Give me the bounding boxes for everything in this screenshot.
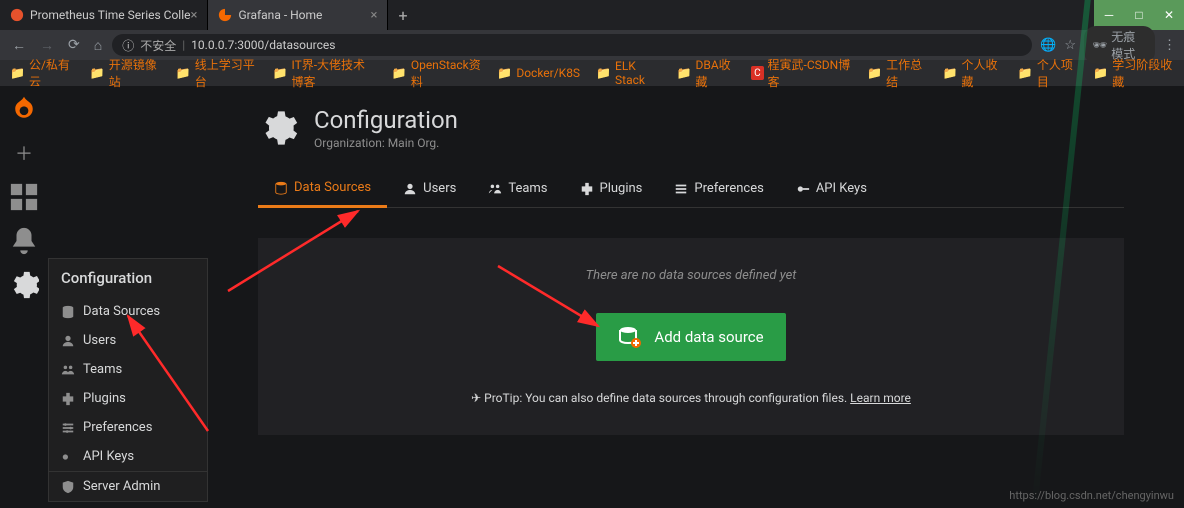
- prometheus-icon: [10, 8, 24, 22]
- bookmarks-bar: 📁公/私有云 📁开源镜像站 📁线上学习平台 📁IT界-大佬技术博客 📁OpenS…: [0, 60, 1184, 86]
- database-plus-icon: [618, 325, 642, 349]
- bookmark-item[interactable]: 📁IT界-大佬技术博客: [273, 56, 376, 90]
- browser-tab-grafana[interactable]: Grafana - Home ×: [208, 0, 388, 30]
- tab-plugins[interactable]: Plugins: [564, 170, 659, 207]
- data-sources-panel: There are no data sources defined yet Ad…: [258, 238, 1124, 435]
- home-button[interactable]: ⌂: [90, 37, 106, 54]
- annotation-arrow: [118, 311, 218, 441]
- folder-icon: 📁: [1018, 66, 1033, 80]
- new-tab-button[interactable]: +: [388, 6, 417, 25]
- reload-button[interactable]: ⟳: [64, 37, 84, 53]
- url-text: 10.0.0.7:3000/datasources: [191, 38, 335, 52]
- rocket-icon: ✈: [471, 391, 481, 405]
- bookmark-item[interactable]: 📁DBA收藏: [677, 56, 736, 90]
- folder-icon: 📁: [176, 66, 191, 80]
- back-button[interactable]: ←: [8, 37, 30, 54]
- page-subtitle: Organization: Main Org.: [314, 136, 458, 150]
- bookmark-item[interactable]: 📁学习阶段收藏: [1093, 56, 1174, 90]
- tab-title: Grafana - Home: [238, 8, 322, 22]
- insecure-label: 不安全: [140, 37, 176, 54]
- nav-create[interactable]: ＋: [9, 138, 39, 168]
- bookmark-item[interactable]: 📁个人项目: [1018, 56, 1077, 90]
- folder-icon: 📁: [10, 66, 25, 80]
- grafana-logo[interactable]: [9, 94, 39, 124]
- tab-users[interactable]: Users: [387, 170, 472, 207]
- bookmark-item[interactable]: 📁线上学习平台: [176, 56, 257, 90]
- translate-icon[interactable]: 🌐: [1040, 38, 1056, 53]
- bookmark-item[interactable]: 📁ELK Stack: [596, 59, 660, 87]
- tab-preferences[interactable]: Preferences: [658, 170, 779, 207]
- browser-tab-prometheus[interactable]: Prometheus Time Series Colle ×: [0, 0, 208, 30]
- bookmark-item[interactable]: 📁Docker/K8S: [497, 66, 580, 80]
- tab-close-icon[interactable]: ×: [191, 8, 198, 23]
- tab-title: Prometheus Time Series Colle: [30, 8, 191, 22]
- protip-text: ✈ ProTip: You can also define data sourc…: [288, 391, 1094, 405]
- grafana-icon: [218, 8, 232, 22]
- folder-icon: 📁: [392, 66, 407, 80]
- nav-alerting[interactable]: [9, 226, 39, 256]
- page-content: Configuration Organization: Main Org. Da…: [48, 86, 1184, 508]
- tab-data-sources[interactable]: Data Sources: [258, 170, 387, 208]
- page-title: Configuration: [314, 106, 458, 134]
- config-tabs: Data Sources Users Teams Plugins Prefere…: [258, 170, 1124, 208]
- bookmark-star-icon[interactable]: ☆: [1064, 38, 1076, 53]
- add-data-source-button[interactable]: Add data source: [596, 313, 785, 361]
- info-icon: ⓘ: [122, 37, 134, 54]
- bookmark-item[interactable]: 📁工作总结: [867, 56, 926, 90]
- folder-icon: 📁: [1093, 66, 1108, 80]
- empty-state-text: There are no data sources defined yet: [288, 268, 1094, 283]
- forward-button[interactable]: →: [36, 37, 58, 54]
- bookmark-item[interactable]: C程寅武-CSDN博客: [751, 56, 851, 90]
- folder-icon: 📁: [90, 66, 105, 80]
- folder-icon: 📁: [867, 66, 882, 80]
- watermark-text: https://blog.csdn.net/chengyinwu: [1009, 489, 1174, 502]
- folder-icon: 📁: [677, 66, 692, 80]
- bookmark-item[interactable]: 📁OpenStack资料: [392, 56, 481, 90]
- bookmark-item[interactable]: 📁开源镜像站: [90, 56, 160, 90]
- nav-dashboards[interactable]: [9, 182, 39, 212]
- incognito-icon: 🕶: [1092, 38, 1107, 52]
- browser-titlebar: Prometheus Time Series Colle × Grafana -…: [0, 0, 1184, 30]
- tab-close-icon[interactable]: ×: [371, 8, 378, 23]
- gear-icon: [258, 108, 298, 148]
- tab-api-keys[interactable]: API Keys: [780, 170, 883, 207]
- menu-icon[interactable]: ⋮: [1163, 38, 1176, 53]
- folder-icon: 📁: [596, 66, 611, 80]
- folder-icon: 📁: [497, 66, 512, 80]
- bookmark-item[interactable]: 📁个人收藏: [943, 56, 1002, 90]
- folder-icon: 📁: [273, 66, 288, 80]
- nav-configuration[interactable]: [9, 270, 39, 300]
- bookmark-item[interactable]: 📁公/私有云: [10, 56, 74, 90]
- learn-more-link[interactable]: Learn more: [850, 391, 911, 405]
- folder-icon: 📁: [943, 66, 958, 80]
- address-bar[interactable]: ⓘ 不安全 | 10.0.0.7:3000/datasources: [112, 34, 1032, 56]
- tab-teams[interactable]: Teams: [472, 170, 563, 207]
- csdn-icon: C: [751, 66, 763, 80]
- grafana-sidenav: ＋: [0, 86, 48, 508]
